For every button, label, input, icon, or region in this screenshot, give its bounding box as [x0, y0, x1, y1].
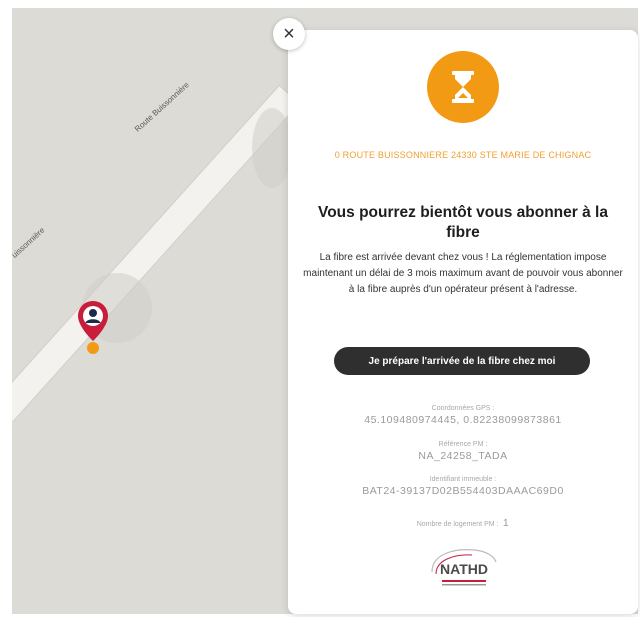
- logement-info: Nombre de logement PM : 1: [288, 513, 638, 531]
- prepare-fiber-button[interactable]: Je prépare l'arrivée de la fibre chez mo…: [334, 347, 590, 375]
- hourglass-icon: [427, 51, 499, 123]
- gps-value: 45.109480974445, 0.82238099873861: [364, 414, 562, 426]
- address-text: 0 ROUTE BUISSONNIERE 24330 STE MARIE DE …: [334, 150, 592, 160]
- building-info: Identifiant immeuble : BAT24-39137D02B55…: [288, 476, 638, 497]
- logement-value: 1: [502, 517, 510, 529]
- svg-text:NATHD: NATHD: [440, 561, 488, 577]
- gps-label: Coordonnées GPS :: [431, 405, 495, 412]
- building-label: Identifiant immeuble :: [429, 476, 497, 483]
- close-button[interactable]: ×: [273, 18, 305, 50]
- popup-title: Vous pourrez bientôt vous abonner à la f…: [318, 204, 608, 241]
- road-label-bottom: uissonnière: [12, 225, 47, 260]
- popup-description: La fibre est arrivée devant chez vous ! …: [303, 252, 623, 295]
- location-pin-icon[interactable]: [76, 299, 110, 361]
- pm-info: Référence PM : NA_24258_TADA: [288, 441, 638, 462]
- pm-label: Référence PM :: [438, 441, 488, 448]
- pm-value: NA_24258_TADA: [418, 450, 508, 462]
- map-shading: [252, 108, 292, 188]
- nathd-logo: NATHD: [431, 549, 497, 586]
- gps-info: Coordonnées GPS : 45.109480974445, 0.822…: [288, 405, 638, 426]
- logement-label: Nombre de logement PM :: [416, 521, 499, 528]
- eligibility-popup: 0 ROUTE BUISSONNIERE 24330 STE MARIE DE …: [288, 30, 638, 614]
- building-value: BAT24-39137D02B554403DAAAC69D0: [362, 485, 564, 497]
- road-label-top: Route Buissonnière: [133, 80, 191, 134]
- close-icon: ×: [283, 22, 295, 45]
